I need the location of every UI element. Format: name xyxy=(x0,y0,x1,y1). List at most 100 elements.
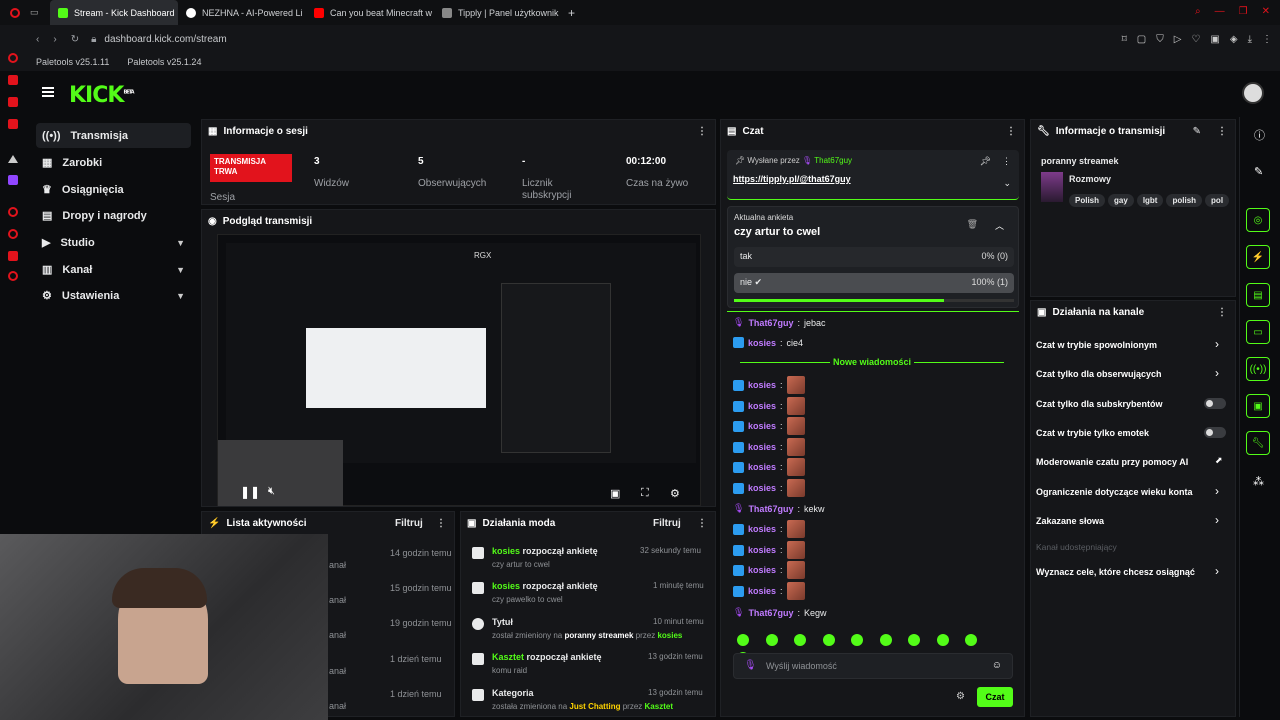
chat-icon[interactable]: ▭ xyxy=(1246,320,1270,344)
user-avatar[interactable] xyxy=(1242,82,1264,104)
pin-icon[interactable]: 📌︎ xyxy=(980,156,991,167)
filter-button[interactable]: Filtruj xyxy=(395,518,423,529)
document-icon[interactable]: ▤ xyxy=(1246,283,1270,307)
sidebar-item-ustawienia[interactable]: ⚙ Ustawienia ▼ xyxy=(36,283,191,308)
action-account-age[interactable]: Ograniczenie dotyczące wieku konta xyxy=(1036,487,1193,497)
bookmark-icon[interactable]: ⌑ xyxy=(1122,34,1127,45)
send-chat-button[interactable]: Czat xyxy=(977,687,1013,707)
wallet-sidebar-icon[interactable] xyxy=(8,251,18,261)
settings-icon[interactable]: ⚙ xyxy=(670,487,680,500)
action-slow-mode[interactable]: Czat w trybie spowolnionym xyxy=(1036,340,1157,350)
opera-logo-icon[interactable] xyxy=(0,7,30,18)
poll-option[interactable]: tak 0% (0) xyxy=(734,247,1014,267)
aria-icon[interactable] xyxy=(8,53,18,63)
history-icon[interactable] xyxy=(8,207,18,217)
more-options-icon[interactable]: ⋮ xyxy=(697,518,707,529)
new-tab-button[interactable]: + xyxy=(562,6,575,20)
minimize-icon[interactable]: — xyxy=(1215,6,1225,17)
download-icon[interactable]: ⤓ xyxy=(1248,34,1252,45)
wrench-icon[interactable]: 🔧︎ xyxy=(1246,431,1270,455)
emote-only-toggle[interactable] xyxy=(1204,427,1226,438)
kick-app-icon[interactable] xyxy=(8,153,18,163)
more-options-icon[interactable]: ⋮ xyxy=(1217,126,1227,137)
play-icon[interactable]: ▷ xyxy=(1174,34,1182,45)
emoji-picker-icon[interactable]: ☺ xyxy=(992,660,1002,671)
forward-icon[interactable]: › xyxy=(53,34,56,45)
bookmark-paletools-1[interactable]: Paletools v25.1.11 xyxy=(36,57,109,67)
music-icon[interactable] xyxy=(8,119,18,129)
action-banned-words[interactable]: Zakazane słowa xyxy=(1036,516,1104,526)
filter-button[interactable]: Filtruj xyxy=(653,518,681,529)
sidebar-item-kanal[interactable]: ▥ Kanał ▼ xyxy=(36,257,191,282)
chevron-right-icon[interactable]: › xyxy=(1215,564,1219,578)
more-options-icon[interactable]: ⋮ xyxy=(697,126,707,137)
stream-video[interactable]: RGX ❚❚ 🔇︎ ▣ ⛶ ⚙ xyxy=(217,234,701,506)
fullscreen-icon[interactable]: ⛶ xyxy=(641,487,649,500)
tab-switcher-icon[interactable]: ▭ xyxy=(30,7,50,18)
action-set-goals[interactable]: Wyznacz cele, które chcesz osiągnąć xyxy=(1036,567,1195,577)
chevron-right-icon[interactable]: › xyxy=(1215,484,1219,498)
edit-icon[interactable]: ✎ xyxy=(1193,126,1201,137)
extension-icon[interactable]: ▣ xyxy=(1210,34,1219,45)
pinned-link[interactable]: https://tipply.pl/@that67guy xyxy=(733,174,851,184)
restore-icon[interactable]: ❐ xyxy=(1239,6,1248,17)
more-options-icon[interactable]: ⋮ xyxy=(1217,307,1227,318)
sidebar-item-transmisja[interactable]: ((•)) Transmisja xyxy=(36,123,191,148)
snapshot-icon[interactable]: ▢ xyxy=(1137,34,1146,45)
kick-badge-icon xyxy=(733,379,744,391)
bookmark-paletools-2[interactable]: Paletools v25.1.24 xyxy=(127,57,201,67)
back-icon[interactable]: ‹ xyxy=(36,34,39,45)
messenger-icon[interactable] xyxy=(8,75,18,85)
shield-icon[interactable]: ⛉ xyxy=(1156,34,1164,45)
broadcast-icon[interactable]: ((•)) xyxy=(1246,357,1270,381)
sidebar-item-zarobki[interactable]: ▦ Zarobki xyxy=(36,150,191,175)
tab-youtube[interactable]: Can you beat Minecraft w xyxy=(306,0,434,25)
url-field[interactable]: dashboard.kick.com/stream xyxy=(104,34,226,45)
info-icon[interactable]: ⓘ xyxy=(1254,127,1265,143)
more-options-icon[interactable]: ⋮ xyxy=(1006,126,1016,137)
sidebar-item-studio[interactable]: ▶ Studio ▼ xyxy=(36,230,191,255)
instagram-icon[interactable] xyxy=(8,97,18,107)
settings-sidebar-icon[interactable] xyxy=(8,271,18,281)
kick-logo[interactable]: KICKBETA xyxy=(69,83,135,108)
shield-icon[interactable]: ▣ xyxy=(1246,394,1270,418)
pause-icon[interactable]: ❚❚ xyxy=(240,485,260,499)
tab-nezhna[interactable]: NEZHNA - AI-Powered Li xyxy=(178,0,306,25)
close-window-icon[interactable]: ✕ xyxy=(1262,6,1270,17)
more-options-icon[interactable]: ⋮ xyxy=(436,518,446,529)
sidebar-item-dropy[interactable]: ▤ Dropy i nagrody xyxy=(36,203,191,228)
menu-icon[interactable]: ⋮ xyxy=(1262,34,1272,45)
mute-icon[interactable]: 🔇︎ xyxy=(268,485,275,498)
chevron-up-icon[interactable]: ︿ xyxy=(995,219,1004,232)
heart-icon[interactable]: ♡ xyxy=(1191,34,1200,45)
group-icon[interactable]: ⁂ xyxy=(1253,475,1264,488)
chevron-right-icon[interactable]: › xyxy=(1215,366,1219,380)
delete-icon[interactable]: 🗑︎ xyxy=(967,219,978,230)
chevron-down-icon[interactable]: ⌄ xyxy=(1003,178,1011,189)
chart-icon[interactable]: ⬈ xyxy=(1215,455,1223,466)
sidebar-item-osiagniecia[interactable]: ♛ Osiągnięcia xyxy=(36,177,191,202)
hamburger-menu-icon[interactable] xyxy=(42,87,54,97)
reload-icon[interactable]: ↻ xyxy=(71,34,79,45)
camera-icon[interactable]: ◎ xyxy=(1246,208,1270,232)
action-ai-moderation[interactable]: Moderowanie czatu przy pomocy AI xyxy=(1036,457,1188,467)
subscribers-only-toggle[interactable] xyxy=(1204,398,1226,409)
more-options-icon[interactable]: ⋮ xyxy=(1002,156,1011,167)
search-tabs-icon[interactable]: ⌕ xyxy=(1195,6,1201,17)
twitch-icon[interactable] xyxy=(8,175,18,185)
edit-icon[interactable]: ✎ xyxy=(1254,165,1263,178)
bolt-icon[interactable]: ⚡ xyxy=(1246,245,1270,269)
emote-quick-bar[interactable] xyxy=(737,633,1017,664)
clock-icon[interactable] xyxy=(8,229,18,239)
chevron-right-icon[interactable]: › xyxy=(1215,513,1219,527)
tab-tipply[interactable]: Tipply | Panel użytkownik xyxy=(434,0,562,25)
poll-option-selected[interactable]: nie ✔ 100% (1) xyxy=(734,273,1014,293)
action-followers-only[interactable]: Czat tylko dla obserwujących xyxy=(1036,369,1162,379)
pip-icon[interactable]: ▣ xyxy=(610,487,620,500)
puzzle-icon[interactable]: ◈ xyxy=(1230,34,1238,45)
chevron-right-icon[interactable]: › xyxy=(1215,337,1219,351)
activity-text: anał xyxy=(329,666,347,676)
tab-kick-dashboard[interactable]: Stream - Kick Dashboard xyxy=(50,0,178,25)
chat-input[interactable]: 🎙︎ Wyślij wiadomość ☺ xyxy=(733,653,1013,679)
chat-settings-icon[interactable]: ⚙ xyxy=(956,691,965,702)
